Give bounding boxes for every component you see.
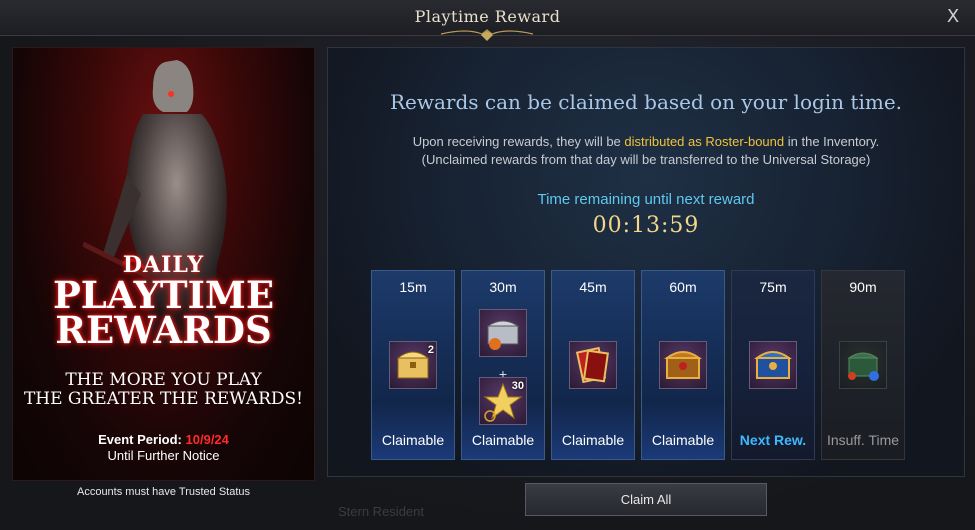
window-title: Playtime Reward xyxy=(414,7,561,26)
panel-headline: Rewards can be claimed based on your log… xyxy=(389,90,903,114)
desc-post: in the Inventory. xyxy=(787,134,880,149)
slot-time: 90m xyxy=(849,279,877,295)
silver-chest-icon[interactable] xyxy=(479,309,527,357)
title-ornament-icon xyxy=(440,29,534,41)
card-pack-icon[interactable] xyxy=(569,341,617,389)
item-quantity: 2 xyxy=(427,344,434,356)
blue-chest-icon[interactable] xyxy=(749,341,797,389)
slot-status: Claimable xyxy=(651,432,715,448)
reward-slots: 15m 2 Claimable 30m + 30 Claimable 45m C… xyxy=(371,270,911,460)
item-quantity: 30 xyxy=(511,380,524,392)
trusted-status-note: Accounts must have Trusted Status xyxy=(76,486,251,498)
slot-time: 60m xyxy=(669,279,697,295)
slot-status: Insuff. Time xyxy=(826,432,900,448)
slot-status: Claimable xyxy=(471,432,535,448)
reward-slot-60m[interactable]: 60m Claimable xyxy=(641,270,725,460)
slot-status: Claimable xyxy=(561,432,625,448)
panel-description-note: (Unclaimed rewards from that day will be… xyxy=(421,152,871,167)
claim-all-button[interactable]: Claim All xyxy=(525,483,767,516)
slot-time: 30m xyxy=(489,279,517,295)
star-icon[interactable]: 30 xyxy=(479,377,527,425)
slot-status: Next Rew. xyxy=(739,432,807,448)
reward-slot-15m[interactable]: 15m 2 Claimable xyxy=(371,270,455,460)
time-remaining-label: Time remaining until next reward xyxy=(537,191,755,208)
event-period-date: 10/9/24 xyxy=(185,432,229,447)
desc-pre: Upon receiving rewards, they will be xyxy=(412,134,621,149)
event-period: Event Period: 10/9/24 xyxy=(13,432,314,447)
slot-time: 15m xyxy=(399,279,427,295)
banner-tagline-1: THE MORE YOU PLAY xyxy=(65,370,262,390)
banner-rewards-text: REWARDS xyxy=(55,308,272,352)
golden-chest-icon[interactable]: 2 xyxy=(389,341,437,389)
reward-slot-75m[interactable]: 75m Next Rew. xyxy=(731,270,815,460)
slot-time: 75m xyxy=(759,279,787,295)
slot-time: 45m xyxy=(579,279,607,295)
ornate-chest-icon[interactable] xyxy=(659,341,707,389)
title-bar: Playtime Reward X xyxy=(0,0,975,41)
slot-status: Claimable xyxy=(381,432,445,448)
green-chest-icon[interactable] xyxy=(839,341,887,389)
event-until: Until Further Notice xyxy=(107,448,220,463)
background-text: Stern Resident xyxy=(338,504,424,519)
panel-description: Upon receiving rewards, they will be dis… xyxy=(328,134,964,149)
close-button[interactable]: X xyxy=(941,5,965,29)
reward-slot-90m[interactable]: 90m Insuff. Time xyxy=(821,270,905,460)
event-banner: DAILY PLAYTIME REWARDS THE MORE YOU PLAY… xyxy=(12,47,315,481)
desc-highlight: distributed as Roster-bound xyxy=(624,134,785,149)
reward-slot-30m[interactable]: 30m + 30 Claimable xyxy=(461,270,545,460)
banner-tagline-2: THE GREATER THE REWARDS! xyxy=(23,389,304,409)
reward-panel: Rewards can be claimed based on your log… xyxy=(327,47,965,477)
reward-slot-45m[interactable]: 45m Claimable xyxy=(551,270,635,460)
event-period-label: Event Period: xyxy=(98,432,182,447)
countdown-timer: 00:13:59 xyxy=(592,213,700,238)
